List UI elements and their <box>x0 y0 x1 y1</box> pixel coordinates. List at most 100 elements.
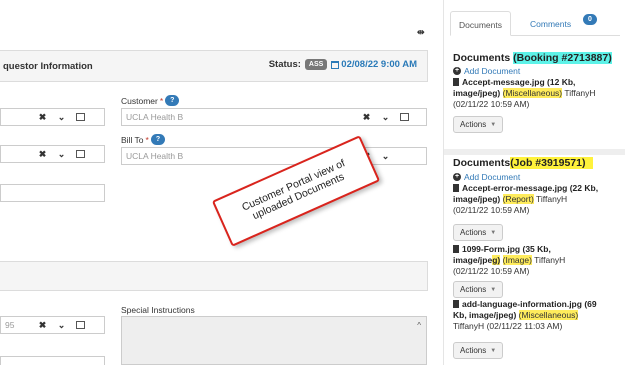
comments-count-badge: 0 <box>583 14 597 25</box>
document-meta-cont: image/jpe <box>453 255 493 265</box>
file-icon <box>453 78 459 86</box>
requestor-panel-header: questor Information Status: ASS 02/08/22… <box>0 50 428 82</box>
customer-field-controls: ✖ ⌄ <box>362 108 409 126</box>
document-meta-cont: Kb, image/jpeg) <box>453 310 517 320</box>
edit-icon[interactable] <box>400 113 409 121</box>
actions-dropdown-button[interactable]: Actions ▼ <box>453 224 504 241</box>
tab-comments[interactable]: Comments <box>522 11 579 36</box>
document-meta: (69 <box>584 299 597 309</box>
add-document-label: Add Document <box>464 172 521 182</box>
bill-to-label: Bill To * ? <box>121 134 166 145</box>
document-item: 1099-Form.jpg (35 Kb, image/jpeg) (Image… <box>453 244 623 277</box>
job-heading-prefix: Documents <box>453 157 511 169</box>
clear-icon[interactable]: ✖ <box>38 320 47 331</box>
plus-circle-icon: + <box>453 173 461 181</box>
file-icon <box>453 184 459 192</box>
add-document-label: Add Document <box>464 66 521 76</box>
actions-dropdown-button[interactable]: Actions ▼ <box>453 116 504 133</box>
chevron-down-icon[interactable]: ⌄ <box>57 112 66 123</box>
actions-dropdown-button[interactable]: Actions ▼ <box>453 281 504 298</box>
expand-arrows-icon[interactable]: ⇹ <box>417 27 424 38</box>
left-field-5[interactable] <box>0 356 105 365</box>
left-field-2-controls: ✖ ⌄ <box>38 145 85 163</box>
clear-icon[interactable]: ✖ <box>38 149 47 160</box>
booking-add-document-link[interactable]: + Add Document <box>453 66 520 76</box>
actions-label: Actions <box>460 285 487 294</box>
document-meta-highlight: g) <box>492 255 501 265</box>
document-name[interactable]: Accept-error-message.jpg <box>462 183 567 193</box>
document-meta: (35 Kb, <box>522 244 551 254</box>
actions-label: Actions <box>460 346 487 355</box>
special-instructions-textarea[interactable]: ^ <box>121 316 427 365</box>
section-header-bar <box>0 261 428 291</box>
booking-heading-id: (Booking #2713887) <box>513 52 612 64</box>
actions-label: Actions <box>460 120 487 129</box>
edit-icon[interactable] <box>76 113 85 121</box>
job-heading-id: (Job #3919571) <box>510 157 594 169</box>
caret-down-icon: ▼ <box>490 229 497 236</box>
document-date: (02/11/22 10:59 AM) <box>453 266 530 276</box>
document-name[interactable]: 1099-Form.jpg <box>462 244 520 254</box>
file-icon <box>453 300 459 308</box>
booking-heading-prefix: Documents <box>453 52 511 64</box>
chevron-down-icon[interactable]: ⌄ <box>381 112 390 123</box>
documents-sidebar: Documents Comments 0 Documents (Booking … <box>443 0 625 365</box>
booking-documents-heading: Documents (Booking #2713887) <box>453 52 612 64</box>
customer-field-value: UCLA Health B <box>126 112 184 122</box>
status-label: Status: <box>268 59 301 70</box>
clear-icon[interactable]: ✖ <box>362 112 371 123</box>
left-field-4-value: 95 <box>5 320 15 330</box>
document-date: (02/11/22 11:03 AM) <box>486 321 563 331</box>
status-group: Status: ASS 02/08/22 9:00 AM <box>269 59 417 70</box>
scroll-up-icon[interactable]: ^ <box>417 321 421 330</box>
bill-to-help-badge[interactable]: ? <box>150 134 166 145</box>
document-name[interactable]: Accept-message.jpg <box>462 77 545 87</box>
document-user: TiffanyH <box>453 321 485 331</box>
required-star: * <box>145 134 149 145</box>
actions-label: Actions <box>460 228 487 237</box>
bill-to-label-text: Bill To <box>121 134 144 145</box>
calendar-icon <box>331 60 340 69</box>
actions-dropdown-button[interactable]: Actions ▼ <box>453 342 504 359</box>
document-item: Accept-message.jpg (12 Kb, image/jpeg) (… <box>453 77 623 110</box>
chevron-down-icon[interactable]: ⌄ <box>57 149 66 160</box>
required-star: * <box>159 95 164 106</box>
status-datetime: 02/08/22 9:00 AM <box>331 59 417 70</box>
plus-circle-icon: + <box>453 67 461 75</box>
document-category: (Miscellaneous) <box>518 310 579 320</box>
status-datetime-text: 02/08/22 9:00 AM <box>341 59 417 70</box>
document-category: (Miscellaneous) <box>502 88 563 98</box>
chevron-down-icon[interactable]: ⌄ <box>381 151 390 162</box>
caret-down-icon: ▼ <box>490 286 497 293</box>
caret-down-icon: ▼ <box>490 121 497 128</box>
customer-label: Customer * ? <box>121 95 180 106</box>
document-user: TiffanyH <box>536 194 568 204</box>
job-documents-heading: Documents(Job #3919571) <box>453 157 594 169</box>
document-item: Accept-error-message.jpg (22 Kb, image/j… <box>453 183 625 216</box>
edit-icon[interactable] <box>76 321 85 329</box>
left-field-4-controls: ✖ ⌄ <box>38 316 85 334</box>
document-category: (Image) <box>502 255 532 265</box>
left-field-1-controls: ✖ ⌄ <box>38 108 85 126</box>
document-date: (02/11/22 10:59 AM) <box>453 99 530 109</box>
document-category: (Report) <box>502 194 534 204</box>
document-date: (02/11/22 10:59 AM) <box>453 205 530 215</box>
edit-icon[interactable] <box>76 150 85 158</box>
tab-documents[interactable]: Documents <box>450 11 511 36</box>
sidebar-tabs: Documents Comments 0 <box>450 11 620 36</box>
customer-help-badge[interactable]: ? <box>165 95 180 106</box>
document-name[interactable]: add-language-information.jpg <box>462 299 582 309</box>
clear-icon[interactable]: ✖ <box>38 112 47 123</box>
document-user: TiffanyH <box>534 255 566 265</box>
left-field-3[interactable] <box>0 184 105 202</box>
job-add-document-link[interactable]: + Add Document <box>453 172 520 182</box>
caret-down-icon: ▼ <box>490 347 497 354</box>
special-instructions-label: Special Instructions <box>121 305 195 315</box>
file-icon <box>453 245 459 253</box>
customer-label-text: Customer <box>121 95 158 106</box>
status-badge: ASS <box>304 59 328 70</box>
document-user: TiffanyH <box>564 88 596 98</box>
document-item: add-language-information.jpg (69 Kb, ima… <box>453 299 625 332</box>
bill-to-field-value: UCLA Health B <box>126 151 184 161</box>
chevron-down-icon[interactable]: ⌄ <box>57 320 66 331</box>
